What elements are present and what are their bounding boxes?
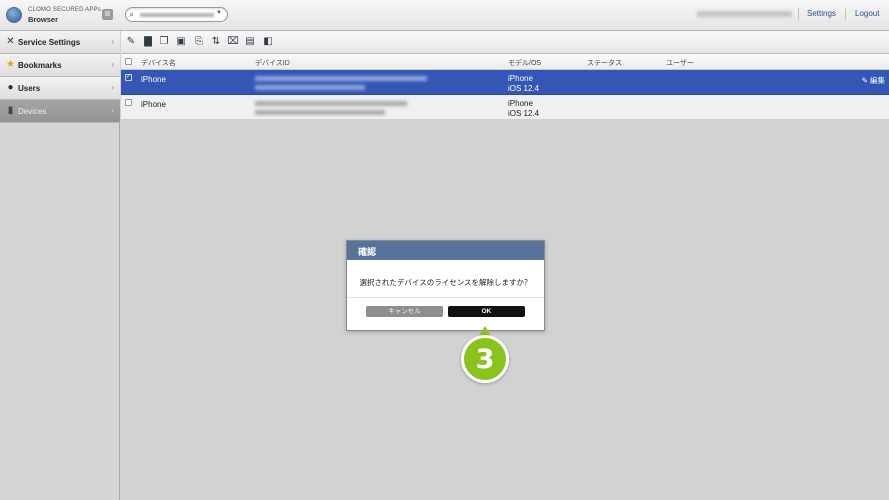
sidebar: ✕ Service Settings › ★ Bookmarks › ● Use… [0, 31, 120, 500]
chevron-right-icon: › [111, 60, 114, 69]
table-header: デバイス名 デバイスID モデル/OS ステータス ユーザー [121, 54, 889, 70]
device-lock-icon[interactable]: ▣ [175, 36, 187, 48]
sidebar-item-label: Devices [18, 107, 47, 116]
column-header-model[interactable]: モデル/OS [508, 58, 541, 68]
dialog-header: 確認 [347, 241, 544, 260]
edit-label: 編集 [870, 76, 885, 85]
pencil-icon[interactable]: ✎ [125, 36, 137, 48]
chevron-down-icon[interactable]: ▼ [216, 10, 222, 16]
sidebar-item-users[interactable]: ● Users › [0, 77, 120, 100]
dialog-message: 選択されたデバイスのライセンスを解除しますか？ [359, 278, 532, 287]
confirm-dialog: 確認 選択されたデバイスのライセンスを解除しますか？ キャンセル OK [346, 240, 545, 331]
table-row[interactable]: ✓ iPhone iPhone iOS 12.4 ✎ 編集 [121, 70, 889, 95]
table-row[interactable]: iPhone iPhone iOS 12.4 [121, 95, 889, 120]
copy-icon[interactable]: ❐ [158, 36, 170, 48]
toolbar: ✎ ▇ ❐ ▣ ⎘ ⇅ ⌧ ▤ ◧ [121, 31, 889, 54]
search-icon: ⌕ [129, 9, 135, 19]
column-header-device-id[interactable]: デバイスID [255, 58, 290, 68]
device-name: iPhone [141, 75, 166, 84]
dialog-title: 確認 [358, 247, 377, 257]
device-model: iPhone [508, 74, 533, 83]
trash-icon[interactable]: ▇ [142, 36, 154, 48]
device-icon: ▮ [7, 105, 14, 116]
search-redacted-value [140, 13, 214, 17]
device-id-redacted [255, 101, 407, 106]
sidebar-item-label: Service Settings [18, 38, 81, 47]
chevron-right-icon: › [111, 37, 114, 46]
device-id-redacted [255, 76, 427, 81]
logout-link[interactable]: Logout [855, 9, 879, 18]
transfer-icon[interactable]: ⇅ [210, 36, 222, 48]
row-checkbox[interactable] [125, 99, 132, 106]
edit-link[interactable]: ✎ 編集 [862, 75, 885, 86]
select-all-checkbox[interactable] [125, 58, 132, 65]
sidebar-item-label: Bookmarks [18, 61, 62, 70]
device-export-icon[interactable]: ◧ [262, 36, 274, 48]
settings-link[interactable]: Settings [807, 9, 836, 18]
device-table: デバイス名 デバイスID モデル/OS ステータス ユーザー ✓ iPhone … [121, 54, 889, 120]
divider [845, 8, 846, 20]
device-id-redacted [255, 110, 385, 115]
chevron-right-icon: › [111, 106, 114, 115]
column-header-user[interactable]: ユーザー [666, 58, 694, 68]
device-send-icon[interactable]: ⎘ [193, 36, 205, 48]
column-header-name[interactable]: デバイス名 [141, 58, 176, 68]
cancel-button[interactable]: キャンセル [366, 306, 443, 317]
sidebar-item-service-settings[interactable]: ✕ Service Settings › [0, 31, 120, 54]
row-checkbox[interactable]: ✓ [125, 74, 132, 81]
star-icon: ★ [6, 59, 15, 70]
device-os: iOS 12.4 [508, 84, 540, 93]
chevron-right-icon: › [111, 83, 114, 92]
search-input[interactable]: ⌕ ▼ [125, 7, 228, 22]
step-marker: 3 [461, 335, 509, 383]
device-model: iPhone [508, 99, 533, 108]
app-logo [6, 7, 22, 23]
user-icon: ● [7, 82, 14, 93]
device-wipe-icon[interactable]: ⌧ [227, 36, 239, 48]
brand-subtitle: Browser [28, 15, 59, 24]
brand-title: CLOMO SECURED APPs [28, 7, 101, 13]
sidebar-item-label: Users [18, 84, 41, 93]
pencil-icon: ✎ [861, 76, 870, 85]
sidebar-item-bookmarks[interactable]: ★ Bookmarks › [0, 54, 120, 77]
ok-button[interactable]: OK [448, 306, 525, 317]
divider [798, 8, 799, 20]
device-settings-icon[interactable]: ▤ [244, 36, 256, 48]
account-redacted [697, 11, 792, 17]
device-name: iPhone [141, 100, 166, 109]
sidebar-item-devices[interactable]: ▮ Devices › [0, 100, 120, 123]
tools-icon: ✕ [6, 36, 15, 47]
device-os: iOS 12.4 [508, 109, 540, 118]
step-number: 3 [475, 344, 495, 375]
column-header-status[interactable]: ステータス [587, 58, 622, 68]
device-id-redacted [255, 85, 365, 90]
org-switch-button[interactable]: ☒ [102, 9, 113, 20]
top-bar: CLOMO SECURED APPs Browser ☒ ⌕ ▼ Setting… [0, 0, 889, 31]
divider [347, 297, 544, 298]
